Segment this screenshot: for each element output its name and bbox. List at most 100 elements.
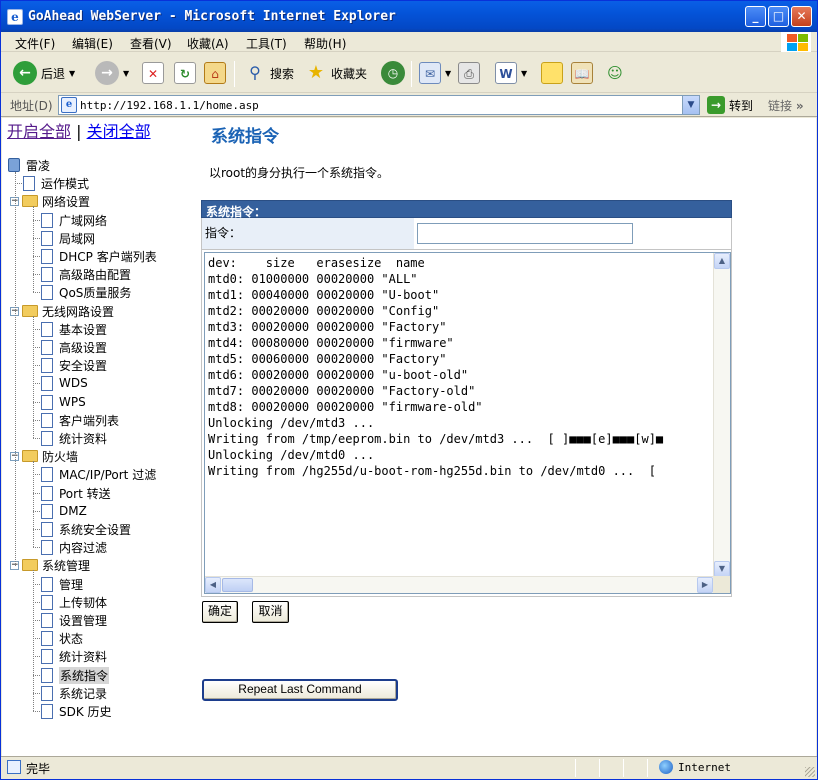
- search-button[interactable]: ⚲ 搜索: [244, 60, 294, 86]
- forward-button[interactable]: → ▼: [95, 60, 129, 86]
- address-label: 地址(D): [10, 99, 53, 113]
- tree-item[interactable]: 状态: [41, 629, 83, 647]
- tree-item[interactable]: 内容过滤: [41, 538, 107, 556]
- back-arrow-icon: ←: [13, 61, 37, 85]
- address-url[interactable]: http://192.168.1.1/home.asp: [80, 99, 259, 112]
- menu-edit[interactable]: 编辑(E): [72, 35, 113, 52]
- tree-item[interactable]: 安全设置: [41, 356, 107, 374]
- vertical-scrollbar[interactable]: ▲ ▼: [713, 253, 730, 577]
- ok-button[interactable]: 确定: [202, 601, 238, 623]
- menu-tools[interactable]: 工具(T): [246, 35, 287, 52]
- command-row: 指令：: [201, 218, 732, 250]
- tree-item[interactable]: 统计资料: [41, 429, 107, 447]
- globe-icon: [659, 760, 673, 774]
- tree-item[interactable]: Port 转送: [41, 484, 111, 502]
- horizontal-scrollbar[interactable]: ◀ ▶: [205, 576, 713, 593]
- tree-item[interactable]: 上传韧体: [41, 593, 107, 611]
- tree-connector: [33, 461, 34, 547]
- refresh-button[interactable]: ↻: [174, 60, 196, 86]
- tree-item[interactable]: QoS质量服务: [41, 283, 131, 301]
- mail-dropdown-icon[interactable]: ▼: [445, 69, 451, 78]
- back-button[interactable]: ← 后退 ▼: [13, 60, 75, 86]
- cancel-button[interactable]: 取消: [252, 601, 289, 623]
- tree-item-label: 无线网路设置: [42, 304, 115, 319]
- address-dropdown-icon[interactable]: ▼: [682, 96, 699, 114]
- tree-connector: [33, 570, 34, 711]
- scroll-left-icon[interactable]: ◀: [205, 577, 221, 593]
- page-icon: [41, 248, 53, 264]
- tree-item[interactable]: WPS: [41, 393, 86, 411]
- favorites-button[interactable]: ★ 收藏夹: [305, 60, 367, 86]
- page-icon: [41, 648, 53, 664]
- folder-open-icon: [22, 450, 38, 462]
- print-button[interactable]: ⎙: [458, 60, 480, 86]
- maximize-button[interactable]: □: [768, 6, 789, 27]
- tree-item[interactable]: 高级设置: [41, 338, 107, 356]
- command-input[interactable]: [417, 223, 633, 244]
- page-icon: [41, 503, 53, 519]
- menu-favorites[interactable]: 收藏(A): [187, 35, 229, 52]
- mail-icon: ✉: [419, 62, 441, 84]
- minimize-button[interactable]: _: [745, 6, 766, 27]
- horizontal-scroll-thumb[interactable]: [222, 578, 253, 592]
- tree-item[interactable]: 局域网: [41, 229, 95, 247]
- forward-dropdown-icon[interactable]: ▼: [123, 69, 129, 78]
- research-button[interactable]: 📖: [571, 60, 593, 86]
- expand-all-link[interactable]: 开启全部: [7, 122, 71, 141]
- back-dropdown-icon[interactable]: ▼: [69, 69, 75, 78]
- tree-item[interactable]: 运作模式: [23, 174, 89, 192]
- output-text: dev: size erasesize name mtd0: 01000000 …: [208, 256, 664, 478]
- tree-folder[interactable]: − 防火墙: [10, 447, 78, 465]
- tree-item[interactable]: 高级路由配置: [41, 265, 131, 283]
- tree-item[interactable]: 系统指令: [41, 666, 110, 684]
- messenger-button[interactable]: ☺: [604, 60, 626, 86]
- mail-button[interactable]: ✉ ▼: [419, 60, 451, 86]
- edit-dropdown-icon[interactable]: ▼: [521, 69, 527, 78]
- resize-grip-icon[interactable]: [805, 767, 815, 777]
- tree-item-label: 系统安全设置: [59, 522, 132, 537]
- tree-folder[interactable]: − 无线网路设置: [10, 302, 114, 320]
- tree-item[interactable]: SDK 历史: [41, 702, 112, 720]
- tree-item[interactable]: DHCP 客户端列表: [41, 247, 157, 265]
- note-icon: [541, 62, 563, 84]
- tree-folder[interactable]: − 系统管理: [10, 556, 90, 574]
- tree-item[interactable]: 管理: [41, 575, 83, 593]
- security-zone[interactable]: Internet: [659, 760, 731, 774]
- history-button[interactable]: ◷: [381, 60, 405, 86]
- menu-file[interactable]: 文件(F): [15, 35, 55, 52]
- tree-connector: [15, 172, 16, 566]
- scroll-down-icon[interactable]: ▼: [714, 561, 730, 577]
- tree-item-label: 状态: [59, 631, 84, 646]
- tree-folder[interactable]: − 网络设置: [10, 192, 90, 210]
- edit-button[interactable]: W ▼: [495, 60, 527, 86]
- tree-item[interactable]: 广域网络: [41, 211, 107, 229]
- tree-item[interactable]: 统计资料: [41, 647, 107, 665]
- go-button[interactable]: → 转到: [707, 96, 753, 114]
- collapse-all-link[interactable]: 关闭全部: [87, 122, 151, 141]
- command-output[interactable]: dev: size erasesize name mtd0: 01000000 …: [204, 252, 731, 594]
- tree-item[interactable]: 系统记录: [41, 684, 107, 702]
- menu-view[interactable]: 查看(V): [130, 35, 172, 52]
- title-bar[interactable]: e GoAhead WebServer - Microsoft Internet…: [1, 1, 817, 32]
- tree-item[interactable]: WDS: [41, 374, 88, 392]
- command-panel: 系统指令： 指令： dev: size erasesize name mtd0:…: [201, 200, 732, 597]
- tree-item-label: 系统指令: [59, 666, 110, 684]
- tree-item[interactable]: DMZ: [41, 502, 87, 520]
- tree-item[interactable]: 客户端列表: [41, 411, 119, 429]
- ie-app-icon[interactable]: e: [7, 9, 23, 25]
- repeat-last-command-button[interactable]: Repeat Last Command: [202, 679, 398, 701]
- tree-item[interactable]: 系统安全设置: [41, 520, 131, 538]
- address-input[interactable]: e http://192.168.1.1/home.asp ▼: [58, 95, 700, 115]
- home-button[interactable]: ⌂: [204, 60, 226, 86]
- links-button[interactable]: 链接 »: [768, 97, 804, 114]
- page-title: 系统指令: [211, 127, 279, 147]
- tree-item[interactable]: 基本设置: [41, 320, 107, 338]
- scroll-up-icon[interactable]: ▲: [714, 253, 730, 269]
- discuss-button[interactable]: [541, 60, 563, 86]
- tree-item[interactable]: 设置管理: [41, 611, 107, 629]
- scroll-right-icon[interactable]: ▶: [697, 577, 713, 593]
- close-button[interactable]: ✕: [791, 6, 812, 27]
- stop-button[interactable]: ✕: [142, 60, 164, 86]
- menu-help[interactable]: 帮助(H): [304, 35, 346, 52]
- tree-item[interactable]: MAC/IP/Port 过滤: [41, 465, 156, 483]
